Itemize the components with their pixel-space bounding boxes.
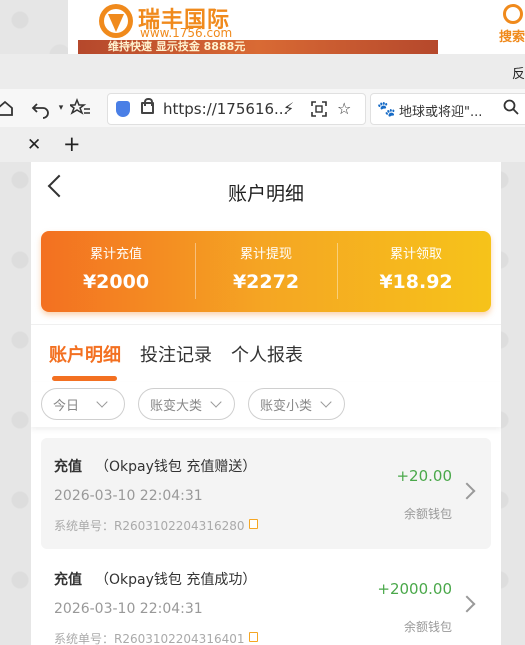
- address-bar[interactable]: https://175616... ⚡ ☆: [107, 93, 366, 125]
- undo-icon[interactable]: [30, 97, 52, 119]
- summary-value: ¥18.92: [379, 271, 453, 293]
- browser-toolbar: ▾ https://175616... ⚡ ☆ 🐾 地球或将迎"...: [0, 89, 525, 127]
- search-icon[interactable]: [503, 99, 519, 115]
- browser-chrome: 反 ▾ https://175616... ⚡ ☆ 🐾 地球或将迎"... ✕ …: [0, 54, 525, 162]
- summary-recharge: 累计充值 ¥2000: [41, 231, 191, 312]
- favorites-icon[interactable]: [70, 97, 92, 119]
- tab-account-details[interactable]: 账户明细: [49, 341, 121, 367]
- page-header: 账户明细: [31, 162, 501, 219]
- chevron-down-icon: [210, 396, 222, 408]
- record-order-number: 系统单号：R2603102204316401: [54, 632, 245, 645]
- summary-label: 累计提现: [239, 247, 292, 262]
- copy-icon[interactable]: [249, 519, 258, 529]
- record-amount: +2000.00: [377, 580, 452, 598]
- filter-bar: 今日 账变大类 账变小类: [31, 382, 501, 427]
- summary-claimed: 累计领取 ¥18.92: [341, 231, 491, 312]
- filter-label: 账变大类: [150, 399, 203, 414]
- lightning-icon[interactable]: ⚡: [283, 99, 294, 118]
- browser-titlebar: 反: [0, 54, 525, 89]
- record-item[interactable]: 充值 （Okpay钱包 充值成功） 2026-03-10 22:04:31 系统…: [41, 551, 491, 645]
- record-wallet: 余额钱包: [403, 620, 452, 634]
- close-tab-icon[interactable]: ✕: [27, 135, 41, 155]
- chevron-down-icon: [96, 396, 108, 408]
- record-order-number: 系统单号：R2603102204316280: [54, 519, 245, 533]
- record-wallet: 余额钱包: [403, 507, 452, 521]
- baidu-paw-icon: 🐾: [377, 100, 396, 118]
- summary-label: 累计充值: [89, 247, 142, 262]
- filter-label: 今日: [53, 399, 80, 414]
- scan-icon[interactable]: [311, 101, 327, 117]
- brand-url: www.1756.com: [140, 26, 233, 40]
- filter-label: 账变小类: [260, 399, 313, 414]
- summary-value: ¥2000: [82, 271, 150, 293]
- browser-search-bar[interactable]: 🐾 地球或将迎"...: [370, 93, 525, 125]
- filter-date-select[interactable]: 今日: [41, 388, 125, 420]
- chevron-right-icon[interactable]: [458, 595, 476, 613]
- summary-card: 累计充值 ¥2000 累计提现 ¥2272 累计领取 ¥18.92: [41, 231, 491, 312]
- record-tabs: 账户明细 投注记录 个人报表: [31, 324, 501, 383]
- summary-divider: [337, 243, 338, 299]
- undo-dropdown-icon[interactable]: ▾: [50, 97, 72, 119]
- record-type: 充值: [54, 459, 82, 475]
- tab-personal-report[interactable]: 个人报表: [231, 341, 303, 367]
- browser-search-text[interactable]: 地球或将迎"...: [399, 101, 482, 120]
- banner-search-label: 搜索: [499, 30, 525, 45]
- search-icon: [503, 4, 523, 24]
- tab-bet-records[interactable]: 投注记录: [140, 341, 212, 367]
- record-description: （Okpay钱包 充值成功）: [95, 572, 257, 588]
- chevron-right-icon[interactable]: [458, 482, 476, 500]
- page-title: 账户明细: [227, 183, 304, 205]
- chevron-down-icon: [320, 396, 332, 408]
- filter-category-select[interactable]: 账变大类: [138, 388, 235, 420]
- url-text[interactable]: https://175616...: [163, 100, 288, 118]
- record-item[interactable]: 充值 （Okpay钱包 充值赠送） 2026-03-10 22:04:31 系统…: [41, 438, 491, 549]
- filter-subcategory-select[interactable]: 账变小类: [248, 388, 345, 420]
- record-description: （Okpay钱包 充值赠送）: [95, 459, 257, 475]
- banner-search-button[interactable]: 搜索: [499, 4, 525, 45]
- lock-icon[interactable]: [141, 98, 154, 114]
- record-amount: +20.00: [396, 467, 452, 485]
- star-icon[interactable]: ☆: [337, 99, 351, 118]
- shield-icon: [116, 101, 130, 117]
- record-date: 2026-03-10 22:04:31: [54, 601, 203, 617]
- record-date: 2026-03-10 22:04:31: [54, 488, 203, 504]
- titlebar-menu[interactable]: 反: [512, 63, 525, 82]
- banner-strip-text: 维持快速 显示技金 8888元: [108, 40, 246, 53]
- record-type: 充值: [54, 572, 82, 588]
- banner-strip: 维持快速 显示技金 8888元: [78, 40, 438, 54]
- active-tab-indicator: [52, 376, 117, 381]
- summary-value: ¥2272: [232, 271, 300, 293]
- copy-icon[interactable]: [249, 632, 258, 642]
- brand-logo-icon: [99, 4, 133, 38]
- browser-tabbar: ✕ +: [0, 127, 525, 162]
- summary-withdraw: 累计提现 ¥2272: [191, 231, 341, 312]
- app-page: 账户明细 累计充值 ¥2000 累计提现 ¥2272 累计领取 ¥18.92 账…: [31, 162, 501, 645]
- new-tab-icon[interactable]: +: [63, 132, 81, 156]
- home-icon[interactable]: [0, 97, 16, 119]
- summary-label: 累计领取: [389, 247, 442, 262]
